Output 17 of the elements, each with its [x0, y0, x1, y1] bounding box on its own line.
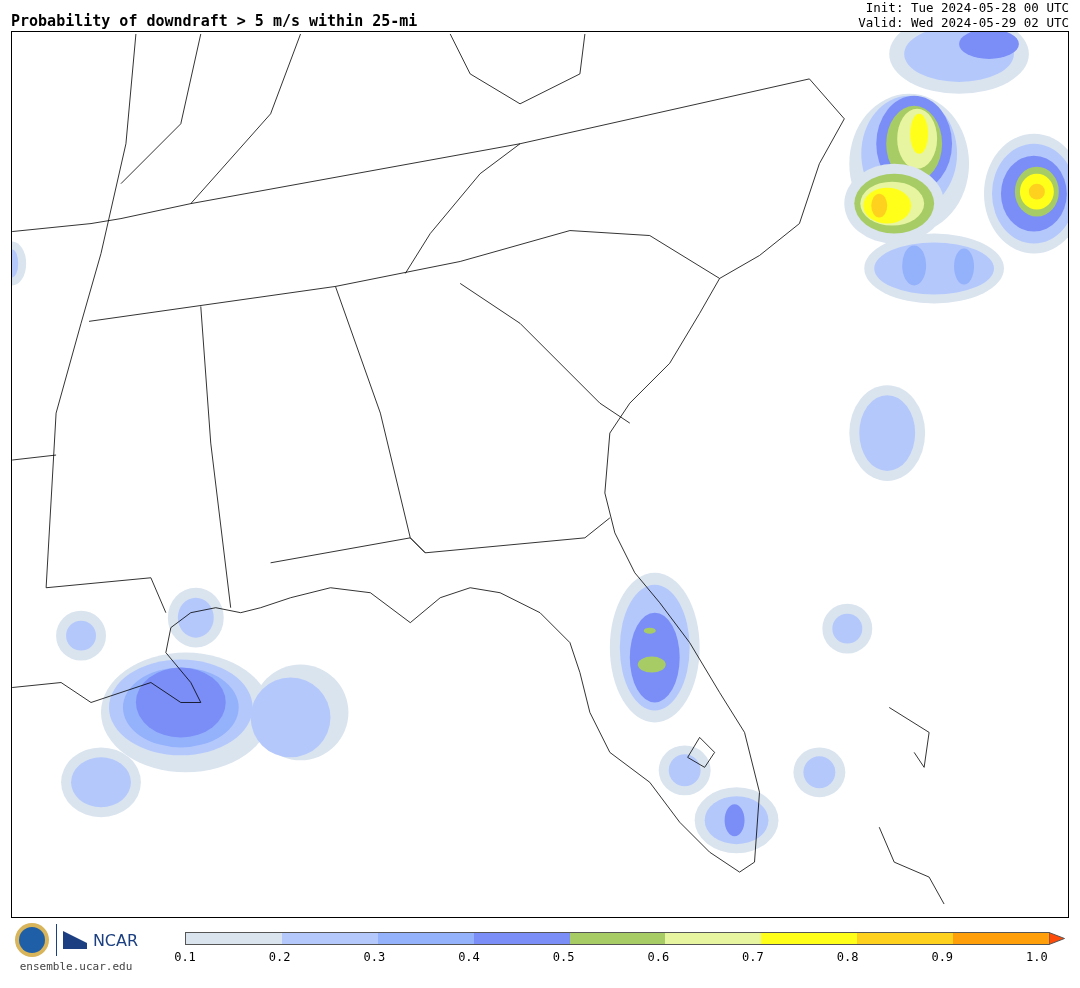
colorbar-tick-label: 0.1 [173, 950, 197, 964]
ncar-logo-icon [62, 931, 87, 949]
site-url: ensemble.ucar.edu [19, 960, 133, 973]
ncar-logo-text: NCAR [92, 930, 139, 950]
colorbar-tick-label: 0.4 [457, 950, 481, 964]
colorbar-tick-label: 0.7 [741, 950, 765, 964]
map-title: Probability of downdraft > 5 m/s within 25-mi [11, 12, 418, 30]
nsf-logo-icon [13, 922, 50, 958]
colorbar-tick-label: 0.9 [930, 950, 955, 964]
valid-time: Valid: Wed 2024-05-29 02 UTC [858, 15, 1069, 30]
colorbar-tick-label: 0.2 [267, 950, 292, 964]
colorbar-tick-label: 0.8 [835, 950, 860, 964]
colorbar-tick-label: 0.5 [551, 950, 576, 964]
colorbar-tick-label: 0.3 [362, 950, 387, 964]
colorbar-tick-label: 1.0 [1025, 950, 1049, 964]
init-time: Init: Tue 2024-05-28 00 UTC [865, 0, 1069, 15]
colorbar-tick-label: 0.6 [646, 950, 671, 964]
